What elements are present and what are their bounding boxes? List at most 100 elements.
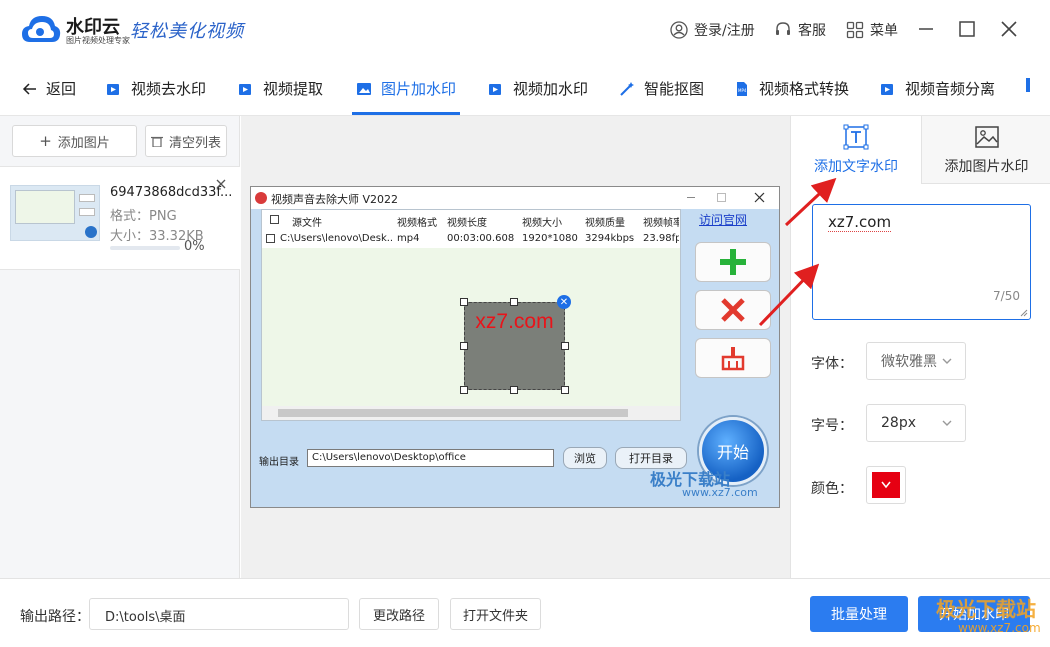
close-button[interactable] [995,15,1023,43]
font-select[interactable]: 微软雅黑 [866,342,966,380]
title-bar: 水印云 图片视频处理专家 轻松美化视频 登录/注册 客服 菜单 [0,0,1050,60]
mp4-file-icon: MP4 [737,81,747,96]
minimize-icon [919,28,933,30]
file-format: 格式：PNG [110,209,177,224]
tab-add-image-watermark[interactable]: 添加图片水印 [921,116,1050,184]
resize-handle[interactable] [510,298,518,306]
output-dir-value: C:\Users\lenovo\Desktop\office [307,449,554,467]
tab-add-text-watermark[interactable]: 添加文字水印 [791,116,921,184]
minimize-icon [687,197,695,198]
font-label: 字体： [811,356,853,372]
checkbox [266,234,275,243]
resize-handle[interactable] [460,298,468,306]
tab-video-format-convert[interactable]: MP4 视频格式转换 [734,78,849,99]
service-button[interactable]: 客服 [774,20,826,40]
tab-video-remove-watermark[interactable]: 视频去水印 [106,78,206,99]
tab-label: 添加文字水印 [814,159,898,175]
image-icon [974,125,999,148]
tab-video-audio-split[interactable]: 视频音频分离 [880,78,995,99]
svg-text:MP4: MP4 [738,88,747,93]
menu-button[interactable]: 菜单 [846,20,898,40]
column-header: 视频大小 [522,218,562,229]
horizontal-scrollbar [262,406,680,420]
tab-label: 视频音频分离 [905,80,996,98]
tab-label: 图片加水印 [381,80,457,98]
browse-label: 浏览 [563,447,607,469]
tab-video-add-watermark[interactable]: 视频加水印 [488,78,588,99]
back-button[interactable]: 返回 [22,78,76,99]
brand-watermark: 极光下载站 [936,597,1036,621]
color-swatch [872,472,900,498]
brand-watermark-url: www.xz7.com [958,621,1041,635]
video-icon [881,83,893,95]
resize-handle[interactable] [510,386,518,394]
nav-overflow[interactable] [1026,78,1030,92]
batch-process-button[interactable]: 批量处理 [810,596,908,632]
column-header: 视频质量 [585,218,625,229]
color-label: 颜色： [811,481,853,497]
tab-label: 智能抠图 [644,80,705,98]
watermark-text[interactable]: xz7.com [464,310,565,334]
video-icon [489,83,501,95]
delete-icon [695,290,771,330]
close-icon [1001,21,1017,37]
chevron-down-icon [942,420,952,426]
table-cell: 1920*1080 [522,233,578,244]
remove-file-button[interactable] [216,177,226,193]
clear-list-button[interactable]: 清空列表 [145,125,227,157]
file-progress-bar [110,246,180,250]
watermark-text-input[interactable]: xz7.com 7/50 [812,204,1031,320]
app-slogan: 轻松美化视频 [130,21,244,42]
grid-icon [846,21,864,39]
overflow-icon [1026,78,1030,92]
change-path-button[interactable]: 更改路径 [359,598,439,630]
feature-nav: 返回 视频去水印 视频提取 图片加水印 视频加水印 智能抠图 MP4 视频格式转… [0,60,1050,116]
remove-watermark-button[interactable]: ✕ [557,295,571,309]
resize-handle[interactable] [561,342,569,350]
preview-window-title: 视频声音去除大师 V2022 [271,193,399,206]
font-size-select[interactable]: 28px [866,404,966,442]
active-tab-indicator [352,112,460,115]
login-label: 登录/注册 [694,23,755,39]
plus-icon: + [39,132,52,150]
maximize-icon [717,193,726,202]
close-icon [754,192,765,203]
tab-video-extract[interactable]: 视频提取 [238,78,323,99]
back-label: 返回 [46,80,77,98]
logo-cloud-icon [22,16,61,42]
text-box-icon [843,124,869,150]
tab-image-add-watermark[interactable]: 图片加水印 [356,78,456,99]
chevron-down-icon [881,481,891,489]
column-header: 视频长度 [447,218,487,229]
color-picker[interactable] [866,466,906,504]
char-counter: 7/50 [993,289,1020,303]
table-cell: 00:03:00.608 [447,233,515,244]
clear-list-label: 清空列表 [168,135,221,151]
maximize-button[interactable] [953,15,981,43]
file-progress-text: 0% [184,239,205,254]
service-label: 客服 [798,23,826,39]
image-icon [357,82,371,95]
checkbox [270,215,279,224]
add-image-button[interactable]: + 添加图片 [12,125,137,157]
tab-smart-cutout[interactable]: 智能抠图 [619,78,704,99]
file-thumbnail [10,185,100,241]
app-icon [255,192,267,204]
maximize-icon [959,21,975,37]
table-cell: C:\Users\lenovo\Desk... [280,233,392,244]
table-cell: 23.98fps [643,233,679,244]
open-folder-button[interactable]: 打开文件夹 [450,598,541,630]
video-icon [107,83,119,95]
font-value: 微软雅黑 [881,354,937,370]
minimize-button[interactable] [912,15,940,43]
login-button[interactable]: 登录/注册 [670,20,755,40]
output-dir-label: 输出目录 [259,457,299,468]
tab-label: 视频去水印 [131,80,207,98]
output-path-field[interactable]: D:\tools\桌面 [89,598,349,630]
resize-handle[interactable] [561,386,569,394]
resize-handle[interactable] [460,386,468,394]
list-item[interactable]: 69473868dcd33f... 格式：PNG 大小：33.32KB 0% [0,166,240,270]
user-icon [670,21,688,39]
broom-icon [695,338,771,378]
resize-handle[interactable] [460,342,468,350]
